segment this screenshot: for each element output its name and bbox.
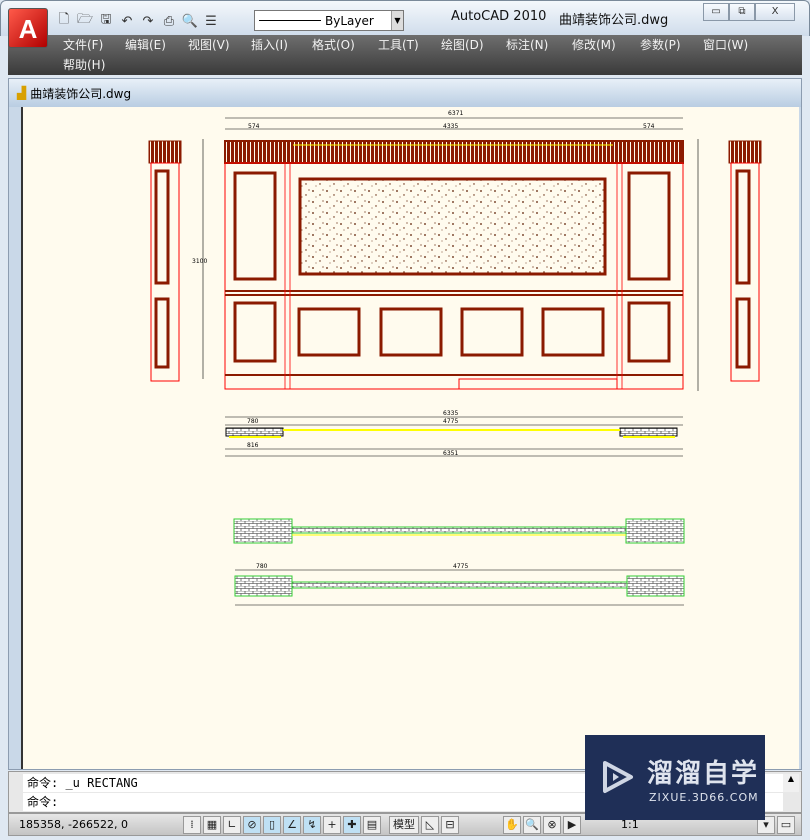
- pan-icon[interactable]: ✋: [503, 816, 521, 834]
- menu-draw[interactable]: 绘图(D): [441, 36, 484, 53]
- clean-screen-icon[interactable]: ▭: [777, 816, 795, 834]
- menu-view[interactable]: 视图(V): [188, 36, 230, 53]
- plan-view-1: 6335 4775 780 816 6351: [225, 410, 683, 457]
- command-scrollbar[interactable]: ▲: [783, 774, 799, 792]
- dim-plan-center: 4775: [443, 418, 458, 425]
- lineweight-icon[interactable]: ✚: [343, 816, 361, 834]
- quick-properties-icon[interactable]: ▤: [363, 816, 381, 834]
- dim-plan-total: 6335: [443, 410, 458, 417]
- plan-view-3: 4775 780: [234, 563, 685, 606]
- menu-edit[interactable]: 编辑(E): [125, 36, 166, 53]
- close-button[interactable]: X: [755, 3, 795, 21]
- dyn-icon[interactable]: +: [323, 816, 341, 834]
- wall-elevation: [224, 140, 684, 390]
- autocad-logo-icon: A: [18, 14, 38, 44]
- steering-wheel-icon[interactable]: ⊗: [543, 816, 561, 834]
- watermark-url: ZIXUE.3D66.COM: [649, 791, 759, 804]
- title-bar: 🗋 🗁 🖫 ↶ ↷ ⎙ 🔍 ☰ ByLayer ▼ AutoCAD 2010 曲靖…: [0, 0, 810, 36]
- layouts-icon[interactable]: ⊟: [441, 816, 459, 834]
- layers-icon[interactable]: ☰: [202, 12, 220, 30]
- menu-bar: 文件(F) 编辑(E) 视图(V) 插入(I) 格式(O) 工具(T) 绘图(D…: [8, 35, 802, 75]
- undo-icon[interactable]: ↶: [118, 12, 136, 30]
- menu-insert[interactable]: 插入(I): [251, 36, 288, 53]
- ortho-icon[interactable]: ∟: [223, 816, 241, 834]
- dim-center: 4335: [443, 123, 458, 130]
- redo-icon[interactable]: ↷: [139, 12, 157, 30]
- drawing-window-title: 曲靖装饰公司.dwg: [30, 86, 132, 101]
- document-title: 曲靖装饰公司.dwg: [559, 13, 669, 28]
- snap-icon[interactable]: ⁞: [183, 816, 201, 834]
- minimize-button[interactable]: ▭: [703, 3, 729, 21]
- menu-modify[interactable]: 修改(M): [572, 36, 616, 53]
- dim-height: 3100: [192, 258, 207, 265]
- menu-dimension[interactable]: 标注(N): [506, 36, 548, 53]
- dim-plan-side2: 816: [247, 442, 259, 449]
- plot-preview-icon[interactable]: 🔍: [181, 12, 199, 30]
- application-menu-button[interactable]: A: [8, 8, 48, 48]
- plan-view-2: [233, 518, 685, 544]
- model-button[interactable]: 模型: [389, 816, 419, 834]
- new-icon[interactable]: 🗋: [55, 12, 73, 30]
- dim-side-left: 574: [248, 123, 260, 130]
- cad-drawing: 6371 4335 574 574 3100 6335 4775 780 816…: [148, 110, 762, 606]
- osnap-icon[interactable]: ▯: [263, 816, 281, 834]
- chevron-down-icon: ▼: [391, 11, 403, 30]
- menu-window[interactable]: 窗口(W): [703, 36, 748, 53]
- showmotion-icon[interactable]: ▶: [563, 816, 581, 834]
- zoom-icon[interactable]: 🔍: [523, 816, 541, 834]
- ducs-icon[interactable]: ↯: [303, 816, 321, 834]
- drawing-canvas[interactable]: 6371 4335 574 574 3100 6335 4775 780 816…: [21, 107, 799, 769]
- menu-file[interactable]: 文件(F): [63, 36, 103, 53]
- menu-format[interactable]: 格式(O): [312, 36, 355, 53]
- open-icon[interactable]: 🗁: [76, 12, 94, 30]
- restore-button[interactable]: ⧉: [729, 3, 755, 21]
- dim-plan-side: 780: [247, 418, 259, 425]
- polar-icon[interactable]: ⊘: [243, 816, 261, 834]
- grid-icon[interactable]: ▦: [203, 816, 221, 834]
- watermark-brand: 溜溜自学: [647, 759, 760, 789]
- dim-plan-total2: 6351: [443, 450, 458, 457]
- plot-icon[interactable]: ⎙: [160, 12, 178, 30]
- right-column: [728, 140, 762, 382]
- save-icon[interactable]: 🖫: [97, 12, 115, 30]
- app-title: AutoCAD 2010: [451, 9, 547, 24]
- otrack-icon[interactable]: ∠: [283, 816, 301, 834]
- dwg-file-icon: ▟: [17, 86, 27, 100]
- left-column: [148, 140, 182, 382]
- menu-parameters[interactable]: 参数(P): [640, 36, 681, 53]
- coordinates-readout: 185358, -266522, 0: [19, 818, 128, 831]
- dim-plan3-side: 780: [256, 563, 268, 570]
- drawing-window-title-bar: ▟ 曲靖装饰公司.dwg: [9, 79, 801, 107]
- menu-tools[interactable]: 工具(T): [378, 36, 419, 53]
- layout-icon[interactable]: ◺: [421, 816, 439, 834]
- play-logo-icon: [603, 761, 633, 793]
- dim-side-right: 574: [643, 123, 655, 130]
- watermark: 溜溜自学 ZIXUE.3D66.COM: [585, 735, 765, 820]
- quick-access-toolbar: 🗋 🗁 🖫 ↶ ↷ ⎙ 🔍 ☰: [55, 9, 220, 33]
- linetype-value: ByLayer: [325, 13, 374, 28]
- dim-plan3-center: 4775: [453, 563, 468, 570]
- drawing-window: ▟ 曲靖装饰公司.dwg 6371 4335 574 574 3100 6335…: [8, 78, 802, 770]
- linetype-dropdown[interactable]: ByLayer ▼: [254, 10, 404, 31]
- dim-total: 6371: [448, 110, 463, 117]
- menu-help[interactable]: 帮助(H): [63, 56, 105, 73]
